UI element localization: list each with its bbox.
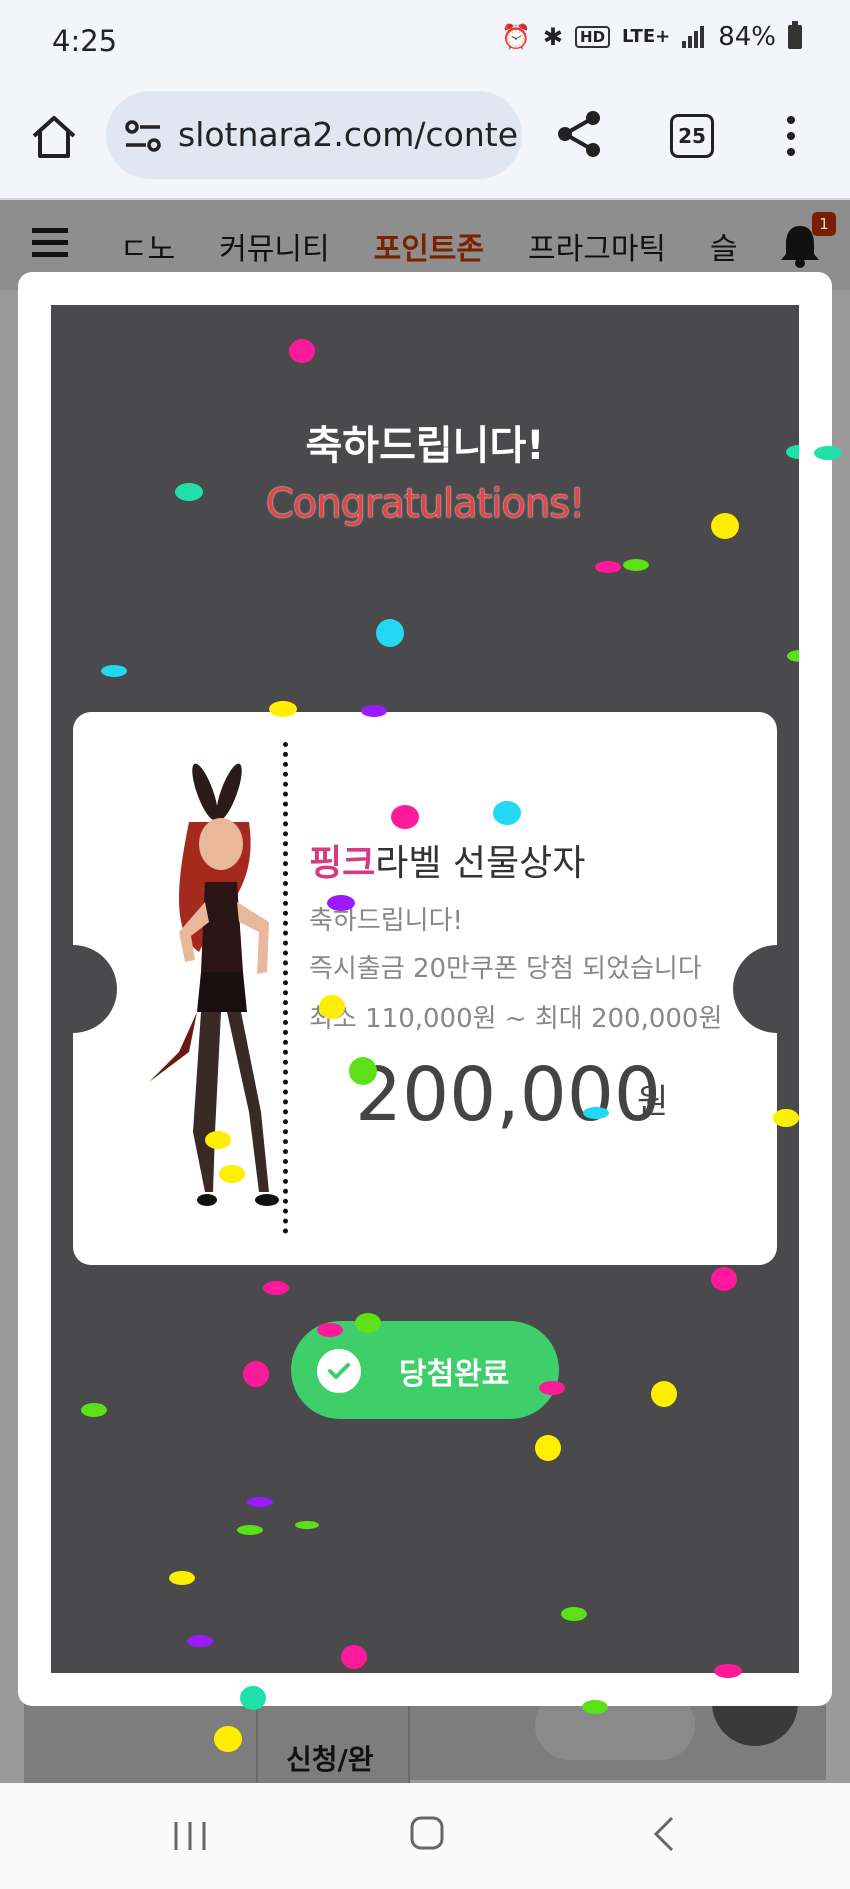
confetti-dot bbox=[205, 1131, 231, 1149]
alarm-icon: ⏰ bbox=[501, 23, 531, 51]
confetti-dot bbox=[814, 446, 842, 460]
nav-item-pragmatic[interactable]: 프라그마틱 bbox=[528, 224, 666, 268]
ticket-notch-right bbox=[733, 945, 799, 1033]
recent-apps-icon[interactable] bbox=[172, 1820, 208, 1852]
claim-complete-label: 당첨완료 bbox=[399, 1357, 510, 1392]
confetti-dot bbox=[711, 1267, 737, 1291]
confetti-dot bbox=[341, 1645, 367, 1669]
ticket-divider bbox=[283, 742, 288, 1234]
confetti-dot bbox=[623, 559, 649, 571]
prize-name: 핑크라벨 선물상자 bbox=[309, 834, 585, 886]
nav-item-casino[interactable]: ㄷ노 bbox=[120, 224, 175, 268]
hamburger-menu-icon[interactable] bbox=[32, 228, 68, 260]
confetti-dot bbox=[219, 1165, 245, 1183]
more-menu-icon[interactable] bbox=[786, 116, 796, 156]
bluetooth-icon: ✱ bbox=[542, 23, 564, 51]
prize-amount-unit: 원 bbox=[637, 1082, 669, 1122]
prize-ticket: 핑크라벨 선물상자 축하드립니다! 즉시출금 20만쿠폰 당첨 되었습니다 최소… bbox=[51, 712, 799, 1265]
confetti-dot bbox=[269, 701, 297, 717]
confetti-dot bbox=[773, 1109, 799, 1127]
signal-icon bbox=[682, 26, 705, 48]
prize-name-rest: 라벨 선물상자 bbox=[375, 843, 586, 884]
network-type: LTE+ bbox=[622, 26, 671, 47]
confetti-dot bbox=[376, 619, 404, 647]
bunny-girl-illustration bbox=[149, 763, 279, 1206]
confetti-dot bbox=[169, 1571, 195, 1585]
confetti-dot bbox=[240, 1686, 266, 1710]
confetti-dot bbox=[327, 895, 355, 911]
nav-item-slot[interactable]: 슬 bbox=[710, 224, 738, 268]
confetti-dot bbox=[493, 801, 521, 825]
home-button-icon[interactable] bbox=[410, 1816, 444, 1850]
confetti-dot bbox=[263, 1281, 289, 1295]
tabs-count-button[interactable]: 25 bbox=[670, 114, 714, 158]
prize-description: 즉시출금 20만쿠폰 당첨 되었습니다 bbox=[309, 954, 702, 984]
status-time: 4:25 bbox=[52, 24, 118, 58]
hd-icon: HD bbox=[575, 26, 611, 48]
system-navigation-bar bbox=[0, 1783, 850, 1889]
status-icons: ⏰ ✱ HD LTE+ 84% bbox=[501, 21, 802, 52]
checkmark-icon bbox=[317, 1349, 361, 1393]
home-icon[interactable] bbox=[28, 110, 80, 162]
status-bar: 4:25 ⏰ ✱ HD LTE+ 84% bbox=[0, 0, 850, 86]
site-settings-icon[interactable] bbox=[124, 119, 162, 153]
nav-item-pointzone[interactable]: 포인트존 bbox=[374, 224, 484, 268]
prize-amount: 200,000 bbox=[355, 1052, 662, 1138]
confetti-dot bbox=[787, 650, 799, 662]
confetti-dot bbox=[349, 1057, 377, 1085]
confetti-dot bbox=[355, 1313, 381, 1333]
confetti-dot bbox=[175, 483, 203, 501]
background-cell-label: 신청/완 bbox=[286, 1743, 374, 1776]
share-icon[interactable] bbox=[555, 108, 605, 160]
back-icon[interactable] bbox=[652, 1816, 676, 1852]
confetti-dot bbox=[582, 1700, 608, 1714]
battery-icon bbox=[788, 21, 802, 49]
prize-range: 최소 110,000원 ~ 최대 200,000원 bbox=[309, 1004, 723, 1034]
confetti-dot bbox=[391, 805, 419, 829]
confetti-dot bbox=[711, 513, 739, 539]
url-text: slotnara2.com/conte bbox=[178, 115, 518, 154]
confetti-dot bbox=[319, 995, 345, 1019]
confetti-dot bbox=[101, 665, 127, 677]
confetti-dot bbox=[595, 561, 621, 573]
confetti-dot bbox=[243, 1361, 269, 1387]
confetti-dot bbox=[714, 1664, 742, 1678]
confetti-dot bbox=[561, 1607, 587, 1621]
confetti-dot bbox=[81, 1403, 107, 1417]
confetti-dot bbox=[535, 1435, 561, 1461]
nav-item-community[interactable]: 커뮤니티 bbox=[219, 224, 329, 268]
confetti-dot bbox=[651, 1381, 677, 1407]
confetti-dot bbox=[539, 1381, 565, 1395]
confetti-dot bbox=[361, 705, 387, 717]
browser-toolbar: slotnara2.com/conte 25 bbox=[0, 86, 850, 200]
prize-modal: 축하드립니다! Congratulations! 핑크라벨 선물상자 축하드립니… bbox=[18, 272, 832, 1706]
confetti-dot bbox=[214, 1726, 242, 1752]
confetti-dot bbox=[289, 339, 315, 363]
confetti-dot bbox=[317, 1323, 343, 1337]
confetti-dot bbox=[187, 1635, 213, 1647]
confetti-dot bbox=[247, 1497, 273, 1507]
address-bar[interactable]: slotnara2.com/conte bbox=[106, 91, 522, 179]
prize-modal-content: 축하드립니다! Congratulations! 핑크라벨 선물상자 축하드립니… bbox=[51, 305, 799, 1673]
notification-badge: 1 bbox=[812, 212, 836, 236]
confetti-dot bbox=[295, 1521, 319, 1529]
confetti-dot bbox=[583, 1107, 609, 1119]
nav-items: ㄷ노 커뮤니티 포인트존 프라그마틱 슬 bbox=[120, 224, 738, 268]
prize-name-highlight: 핑크 bbox=[309, 843, 376, 884]
battery-percent: 84% bbox=[718, 22, 776, 52]
confetti-dot bbox=[237, 1525, 263, 1535]
modal-title-korean: 축하드립니다! bbox=[305, 423, 545, 469]
modal-title-english: Congratulations! bbox=[265, 481, 585, 527]
ticket-notch-left bbox=[51, 945, 117, 1033]
